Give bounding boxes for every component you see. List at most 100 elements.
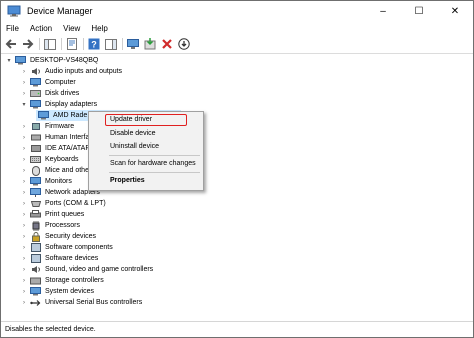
collapse-chevron-icon[interactable]: ▾: [5, 57, 13, 65]
tree-item-storage-controllers[interactable]: › Storage controllers: [20, 275, 104, 286]
tree-item-ports[interactable]: › Ports (COM & LPT): [20, 198, 106, 209]
title-bar[interactable]: Device Manager – ☐ ✕: [1, 1, 473, 21]
expand-chevron-icon[interactable]: ›: [20, 189, 28, 197]
help-icon[interactable]: ?: [87, 37, 101, 51]
device-manager-icon: [7, 5, 21, 17]
tree-item-monitors[interactable]: › Monitors: [20, 176, 72, 187]
update-driver-icon[interactable]: [143, 37, 157, 51]
tree-root[interactable]: ▾ DESKTOP-VS48QBQ: [5, 55, 98, 66]
expand-chevron-icon[interactable]: ›: [20, 156, 28, 164]
display-adapter-icon: [30, 100, 41, 109]
tree-root-label: DESKTOP-VS48QBQ: [30, 57, 99, 64]
tree-item-computer[interactable]: › Computer: [20, 77, 76, 88]
tree-item-label: Computer: [45, 79, 76, 86]
expand-chevron-icon[interactable]: ›: [20, 145, 28, 153]
menu-uninstall-device[interactable]: Uninstall device: [110, 143, 159, 150]
tree-item-sound-video-game[interactable]: › Sound, video and game controllers: [20, 264, 153, 275]
monitor-icon: [30, 78, 41, 87]
svg-text:?: ?: [91, 40, 97, 50]
tree-item-disk-drives[interactable]: › Disk drives: [20, 88, 79, 99]
show-hide-console-tree-icon[interactable]: [43, 37, 57, 51]
scan-download-icon[interactable]: [177, 37, 191, 51]
expand-chevron-icon[interactable]: ›: [20, 167, 28, 175]
device-tree: ▾ DESKTOP-VS48QBQ › Audio inputs and outp…: [1, 54, 461, 321]
monitor-icon[interactable]: [126, 37, 140, 51]
menu-scan-hardware[interactable]: Scan for hardware changes: [110, 160, 196, 167]
tree-item-keyboards[interactable]: › Keyboards: [20, 154, 78, 165]
hid-icon: [30, 133, 41, 142]
expand-chevron-icon[interactable]: ›: [20, 68, 28, 76]
tree-item-label: Universal Serial Bus controllers: [45, 299, 143, 306]
menu-help[interactable]: Help: [86, 24, 113, 33]
tree-item-usb-controllers[interactable]: › Universal Serial Bus controllers: [20, 297, 142, 308]
collapse-chevron-icon[interactable]: ▾: [20, 101, 28, 109]
expand-chevron-icon[interactable]: ›: [20, 255, 28, 263]
expand-chevron-icon[interactable]: ›: [20, 244, 28, 252]
status-bar: Disables the selected device.: [1, 321, 473, 337]
action-pane-icon[interactable]: [104, 37, 118, 51]
minimize-button[interactable]: –: [365, 1, 401, 21]
close-button[interactable]: ✕: [437, 1, 473, 21]
expand-chevron-icon[interactable]: ›: [20, 123, 28, 131]
tree-item-label: Software components: [45, 244, 113, 251]
tree-item-software-components[interactable]: › Software components: [20, 242, 113, 253]
expand-chevron-icon[interactable]: ›: [20, 288, 28, 296]
back-arrow-icon[interactable]: [4, 37, 18, 51]
tree-item-label: IDE ATA/ATAPI: [45, 145, 92, 152]
expand-chevron-icon[interactable]: ›: [20, 222, 28, 230]
vertical-scrollbar[interactable]: [461, 54, 472, 321]
properties-sheet-icon[interactable]: [65, 37, 79, 51]
menu-view[interactable]: View: [58, 24, 86, 33]
menu-file[interactable]: File: [1, 24, 25, 33]
tree-item-processors[interactable]: › Processors: [20, 220, 80, 231]
usb-icon: [30, 298, 41, 307]
tree-item-display-adapters[interactable]: ▾ Display adapters: [20, 99, 97, 110]
tree-item-system-devices[interactable]: › System devices: [20, 286, 94, 297]
tree-item-ide[interactable]: › IDE ATA/ATAPI: [20, 143, 92, 154]
tree-item-label: Audio inputs and outputs: [45, 68, 123, 75]
expand-chevron-icon[interactable]: ›: [20, 299, 28, 307]
menu-action[interactable]: Action: [25, 24, 58, 33]
computer-icon: [15, 56, 26, 65]
network-icon: [30, 188, 41, 197]
menu-properties[interactable]: Properties: [110, 177, 145, 184]
expand-chevron-icon[interactable]: ›: [20, 79, 28, 87]
tree-item-print-queues[interactable]: › Print queues: [20, 209, 84, 220]
tree-item-firmware[interactable]: › Firmware: [20, 121, 74, 132]
tree-item-human-interface[interactable]: › Human Interfa: [20, 132, 89, 143]
menu-disable-device[interactable]: Disable device: [110, 130, 156, 137]
expand-chevron-icon[interactable]: ›: [20, 266, 28, 274]
port-icon: [30, 199, 41, 208]
menu-bar: File Action View Help: [1, 21, 473, 35]
tree-item-label: Sound, video and game controllers: [45, 266, 154, 273]
tree-item-mice[interactable]: › Mice and other: [20, 165, 91, 176]
tree-item-label: Firmware: [45, 123, 75, 130]
expand-chevron-icon[interactable]: ›: [20, 134, 28, 142]
speaker-icon: [30, 265, 41, 274]
window-title: Device Manager: [27, 6, 93, 16]
tree-item-label: Processors: [45, 222, 81, 229]
expand-chevron-icon[interactable]: ›: [20, 233, 28, 241]
expand-chevron-icon[interactable]: ›: [20, 90, 28, 98]
tree-item-label: Print queues: [45, 211, 85, 218]
tree-item-label: Ports (COM & LPT): [45, 200, 106, 207]
toolbar-separator: [83, 38, 84, 50]
tree-item-audio[interactable]: › Audio inputs and outputs: [20, 66, 122, 77]
expand-chevron-icon[interactable]: ›: [20, 200, 28, 208]
display-adapter-icon: [38, 111, 49, 120]
tree-item-software-devices[interactable]: › Software devices: [20, 253, 98, 264]
printer-icon: [30, 210, 41, 219]
chip-icon: [30, 122, 41, 131]
menu-update-driver[interactable]: Update driver: [110, 116, 152, 123]
expand-chevron-icon[interactable]: ›: [20, 277, 28, 285]
expand-chevron-icon[interactable]: ›: [20, 178, 28, 186]
forward-arrow-icon[interactable]: [21, 37, 35, 51]
security-icon: [30, 231, 41, 242]
toolbar-separator: [61, 38, 62, 50]
mouse-icon: [30, 165, 41, 176]
maximize-button[interactable]: ☐: [401, 1, 437, 21]
disk-icon: [30, 89, 41, 98]
tree-item-security-devices[interactable]: › Security devices: [20, 231, 96, 242]
uninstall-icon[interactable]: [160, 37, 174, 51]
expand-chevron-icon[interactable]: ›: [20, 211, 28, 219]
